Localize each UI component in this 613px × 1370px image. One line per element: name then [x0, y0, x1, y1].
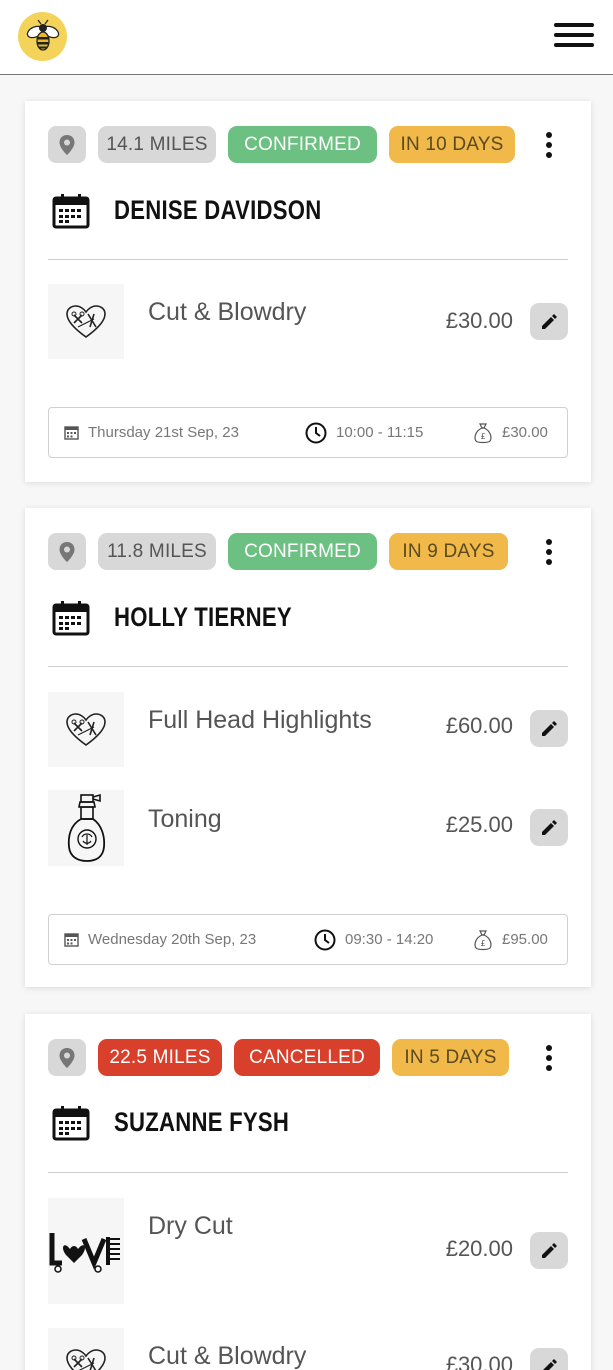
booking-summary: Thursday 21st Sep, 23 10:00 - 11:15 £ £3… — [48, 407, 568, 458]
money-bag-icon: £ — [474, 422, 492, 443]
booking-date: Wednesday 20th Sep, 23 — [88, 931, 257, 948]
edit-service-button[interactable] — [530, 809, 568, 846]
pencil-icon — [542, 1358, 557, 1370]
status-badge: CONFIRMED — [228, 533, 377, 570]
client-name[interactable]: DENISE DAVIDSON — [114, 195, 321, 226]
client-name[interactable]: SUZANNE FYSH — [114, 1107, 289, 1138]
status-badge: CANCELLED — [234, 1039, 380, 1076]
booking-time: 09:30 - 14:20 — [345, 931, 434, 948]
calendar-icon — [52, 601, 90, 636]
spray-bottle-icon — [48, 790, 124, 866]
svg-text:£: £ — [480, 939, 485, 948]
booking-card: 11.8 MILES CONFIRMED IN 9 DAYS HOLLY TIE… — [25, 508, 591, 987]
distance-badge: 11.8 MILES — [98, 533, 216, 570]
heart-scissors-icon — [48, 1328, 124, 1370]
service-price: £30.00 — [445, 1352, 513, 1370]
pencil-icon — [542, 720, 557, 736]
booking-summary: Wednesday 20th Sep, 23 09:30 - 14:20 £ £… — [48, 914, 568, 965]
top-bar — [0, 0, 613, 75]
service-name: Dry Cut — [148, 1212, 233, 1240]
booking-header: 11.8 MILES CONFIRMED IN 9 DAYS — [48, 532, 568, 570]
status-badge: CONFIRMED — [228, 126, 377, 163]
heart-scissors-icon — [48, 284, 124, 359]
location-pin-icon[interactable] — [48, 126, 86, 163]
calendar-icon — [52, 1106, 90, 1141]
distance-badge: 22.5 MILES — [98, 1039, 222, 1076]
booking-time: 10:00 - 11:15 — [336, 424, 424, 441]
service-name: Toning — [148, 805, 222, 833]
location-pin-icon[interactable] — [48, 533, 86, 570]
days-until-badge: IN 10 DAYS — [389, 126, 515, 163]
booking-date: Thursday 21st Sep, 23 — [88, 424, 239, 441]
edit-service-button[interactable] — [530, 1348, 568, 1370]
svg-text:£: £ — [480, 432, 485, 441]
heart-scissors-icon — [48, 692, 124, 767]
service-name: Cut & Blowdry — [148, 298, 307, 326]
service-price: £30.00 — [445, 308, 513, 333]
service-price: £25.00 — [445, 812, 513, 837]
divider — [48, 259, 568, 260]
money-bag-icon: £ — [474, 929, 492, 950]
love-scissors-icon — [48, 1198, 124, 1304]
service-name: Cut & Blowdry — [148, 1342, 307, 1370]
edit-service-button[interactable] — [530, 303, 568, 340]
location-pin-icon[interactable] — [48, 1039, 86, 1076]
client-name[interactable]: HOLLY TIERNEY — [114, 602, 292, 633]
pencil-icon — [542, 819, 557, 835]
clock-icon — [314, 929, 336, 950]
pencil-icon — [542, 313, 557, 329]
calendar-small-icon — [64, 426, 79, 440]
pencil-icon — [542, 1242, 557, 1258]
service-name: Full Head Highlights — [148, 706, 372, 734]
clock-icon — [305, 422, 327, 443]
service-price: £20.00 — [445, 1236, 513, 1261]
days-until-badge: IN 9 DAYS — [389, 533, 508, 570]
booking-total: £95.00 — [502, 931, 548, 948]
bee-icon[interactable] — [18, 12, 67, 61]
booking-card: 14.1 MILES CONFIRMED IN 10 DAYS DENISE D… — [25, 101, 591, 482]
edit-service-button[interactable] — [530, 1232, 568, 1269]
hamburger-menu-icon[interactable] — [554, 23, 594, 47]
calendar-small-icon — [64, 933, 79, 947]
service-price: £60.00 — [445, 713, 513, 738]
more-options-icon[interactable] — [541, 536, 557, 568]
more-options-icon[interactable] — [541, 1042, 557, 1074]
booking-total: £30.00 — [502, 424, 548, 441]
booking-header: 14.1 MILES CONFIRMED IN 10 DAYS — [48, 125, 568, 163]
edit-service-button[interactable] — [530, 710, 568, 747]
booking-card: 22.5 MILES CANCELLED IN 5 DAYS SUZANNE F… — [25, 1014, 591, 1370]
calendar-icon — [52, 194, 90, 229]
more-options-icon[interactable] — [541, 129, 557, 161]
booking-header: 22.5 MILES CANCELLED IN 5 DAYS — [48, 1038, 568, 1076]
days-until-badge: IN 5 DAYS — [392, 1039, 509, 1076]
divider — [48, 666, 568, 667]
distance-badge: 14.1 MILES — [98, 126, 216, 163]
divider — [48, 1172, 568, 1173]
